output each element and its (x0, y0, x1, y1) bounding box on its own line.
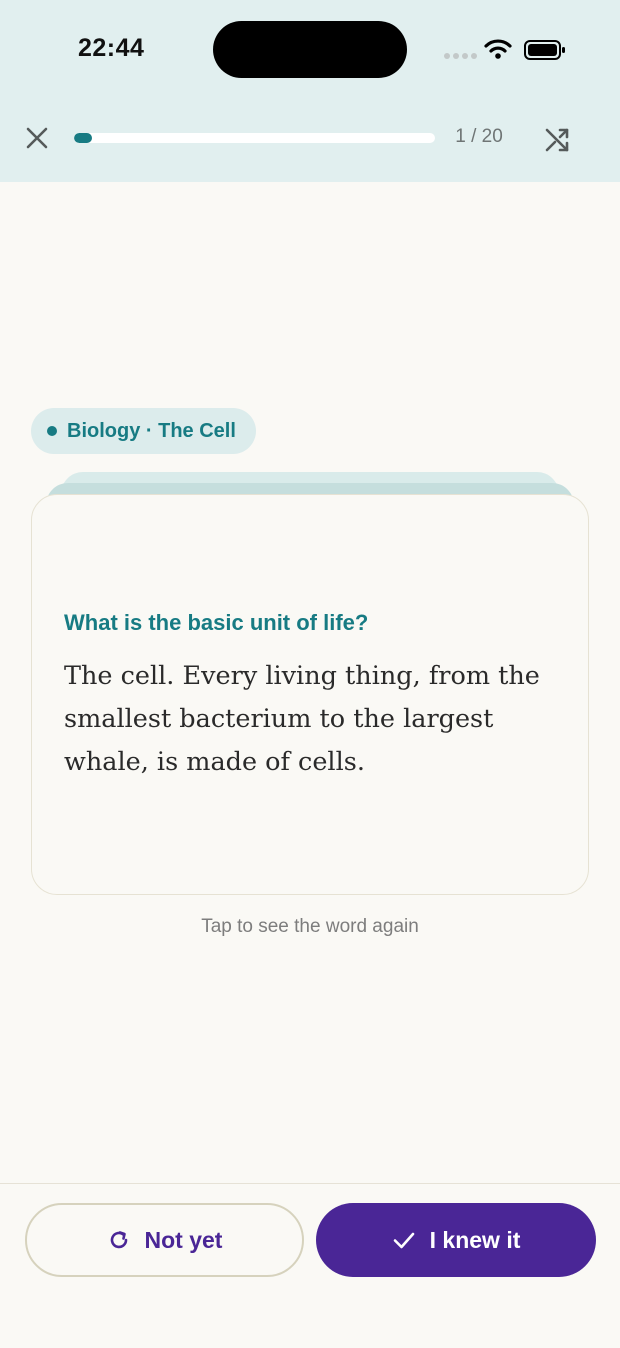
shuffle-icon (545, 128, 569, 152)
chip-dot (47, 426, 57, 436)
refresh-icon (110, 1231, 127, 1249)
dynamic-island (213, 21, 407, 78)
progress-fill (74, 133, 93, 143)
knew-it-label: I knew it (429, 1226, 521, 1253)
progress-bar (74, 133, 435, 143)
card-question: What is the basic unit of life? (64, 610, 369, 635)
battery-icon (524, 40, 565, 60)
not-yet-button[interactable]: Not yet (25, 1203, 304, 1277)
flashcard-screen: 22:44 1 / 20 Biology · The Cell What is … (0, 0, 620, 1348)
shuffle-button[interactable] (541, 122, 575, 156)
card-answer: The cell. Every living thing, from the s… (64, 661, 540, 777)
header: 22:44 1 / 20 (0, 0, 620, 182)
flip-hint[interactable]: Tap to see the word again (0, 916, 620, 938)
close-button[interactable] (22, 123, 52, 153)
flashcard[interactable]: What is the basic unit of life? The cell… (31, 494, 589, 895)
deck-chip: Biology · The Cell (31, 408, 256, 454)
close-icon (26, 127, 48, 149)
status-time: 22:44 (78, 34, 145, 62)
knew-it-button[interactable]: I knew it (316, 1203, 596, 1277)
bottom-divider (0, 1183, 620, 1184)
check-icon (393, 1232, 414, 1249)
deck-label: Biology · The Cell (67, 419, 236, 442)
not-yet-label: Not yet (144, 1226, 223, 1253)
card-counter: 1 / 20 (455, 126, 503, 147)
wifi-icon (484, 39, 512, 59)
